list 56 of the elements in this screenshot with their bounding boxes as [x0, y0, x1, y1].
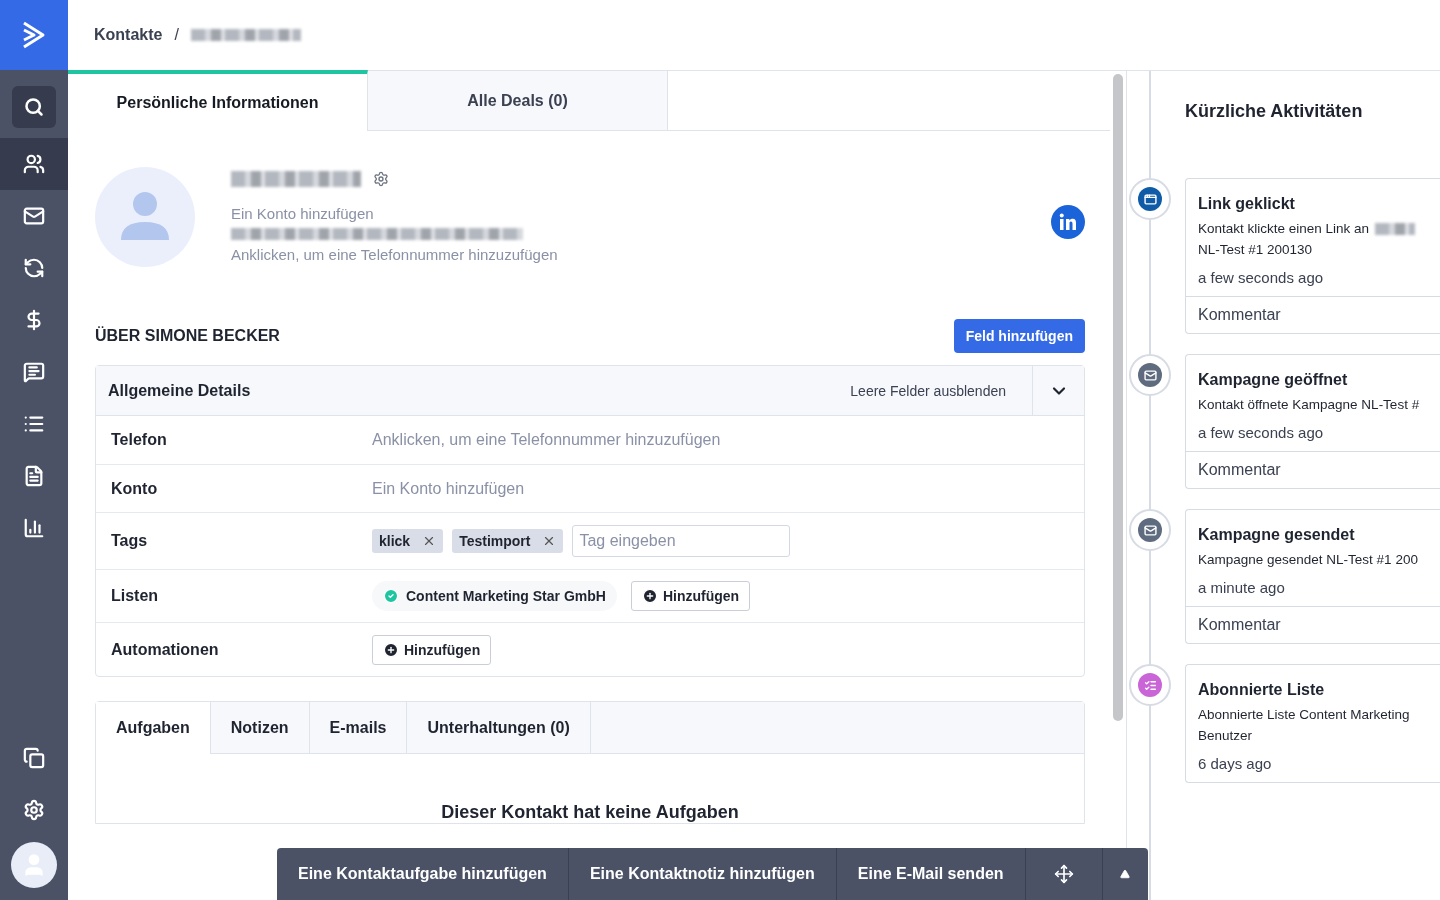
field-label: Automationen [111, 640, 220, 659]
tab[interactable]: Notizen [210, 702, 310, 754]
hide-empty-link[interactable]: Leere Felder ausblenden [850, 382, 1032, 399]
empty-state-title: Dieser Kontakt hat keine Aufgaben [440, 802, 740, 823]
action-button[interactable]: Eine E-Mail senden [836, 848, 1026, 900]
search-icon [24, 97, 44, 117]
activity-time: a minute ago [1198, 579, 1286, 596]
tab[interactable]: Unterhaltungen (0) [407, 702, 591, 754]
check-icon [383, 588, 399, 604]
activity-time: a few seconds ago [1198, 269, 1325, 286]
activity-time: 6 days ago [1198, 755, 1273, 772]
field-label: Telefon [111, 431, 168, 449]
scrollbar[interactable] [1113, 74, 1123, 721]
tag: klick [372, 529, 444, 553]
field-label: Konto [111, 479, 159, 498]
activity-time: a few seconds ago [1198, 424, 1325, 441]
activity-title: Abonnierte Liste [1198, 681, 1326, 699]
comment-link[interactable]: Kommentar [1186, 606, 1440, 643]
activity-text: Benutzer [1198, 728, 1253, 743]
activity-text: Abonnierte Liste Content Marketing [1198, 707, 1410, 722]
field-label: Tags [111, 532, 149, 550]
comment-link[interactable]: Kommentar [1186, 451, 1440, 488]
activity-text: Kontakt klickte einen Link an [1198, 221, 1370, 236]
list-chip: Content Marketing Star GmbH [372, 581, 617, 611]
tab[interactable]: Persönliche Informationen [68, 70, 368, 131]
add-button[interactable]: Hinzufügen [372, 634, 492, 665]
settings-icon[interactable] [373, 171, 389, 187]
activity-text: Kontakt öffnete Kampagne NL-Test # [1198, 397, 1420, 412]
activity-text: Kampagne gesendet NL-Test #1 200 [1198, 552, 1418, 567]
linkedin-icon[interactable] [1051, 205, 1085, 239]
section-title: ÜBER SIMONE BECKER [95, 327, 280, 345]
activity-title: Link geklickt [1198, 195, 1296, 213]
contacts-icon[interactable] [0, 138, 68, 190]
activity-text: NL-Test #1 200130 [1198, 242, 1313, 257]
field-label: Listen [111, 587, 160, 605]
action-button[interactable]: Eine Kontaktaufgabe hinzufügen [277, 848, 569, 900]
tab[interactable]: E-mails [309, 702, 408, 754]
tab[interactable]: Aufgaben [96, 702, 211, 754]
plus-icon [641, 588, 658, 604]
user-avatar[interactable] [11, 842, 57, 888]
tag: Testimport [452, 529, 564, 553]
section-title: Allgemeine Details [107, 381, 252, 400]
comment-link[interactable]: Kommentar [1186, 296, 1440, 333]
logo-icon[interactable] [0, 0, 68, 70]
breadcrumb-separator: / [174, 26, 179, 44]
tag-input[interactable]: Tag eingeben [572, 525, 791, 557]
tab[interactable]: Alle Deals (0) [368, 70, 668, 131]
search-button[interactable] [12, 86, 56, 128]
activity-title: Kampagne gesendet [1198, 526, 1356, 544]
activity-title: Kampagne geöffnet [1198, 371, 1349, 389]
breadcrumb-link[interactable]: Kontakte [94, 26, 163, 44]
add-field-button[interactable]: Feld hinzufügen [953, 319, 1085, 353]
panel-title: Kürzliche Aktivitäten [1185, 101, 1364, 122]
add-button[interactable]: Hinzufügen [630, 581, 751, 611]
plus-icon [383, 641, 399, 658]
action-button[interactable]: Eine Kontaktnotiz hinzufügen [568, 848, 837, 900]
